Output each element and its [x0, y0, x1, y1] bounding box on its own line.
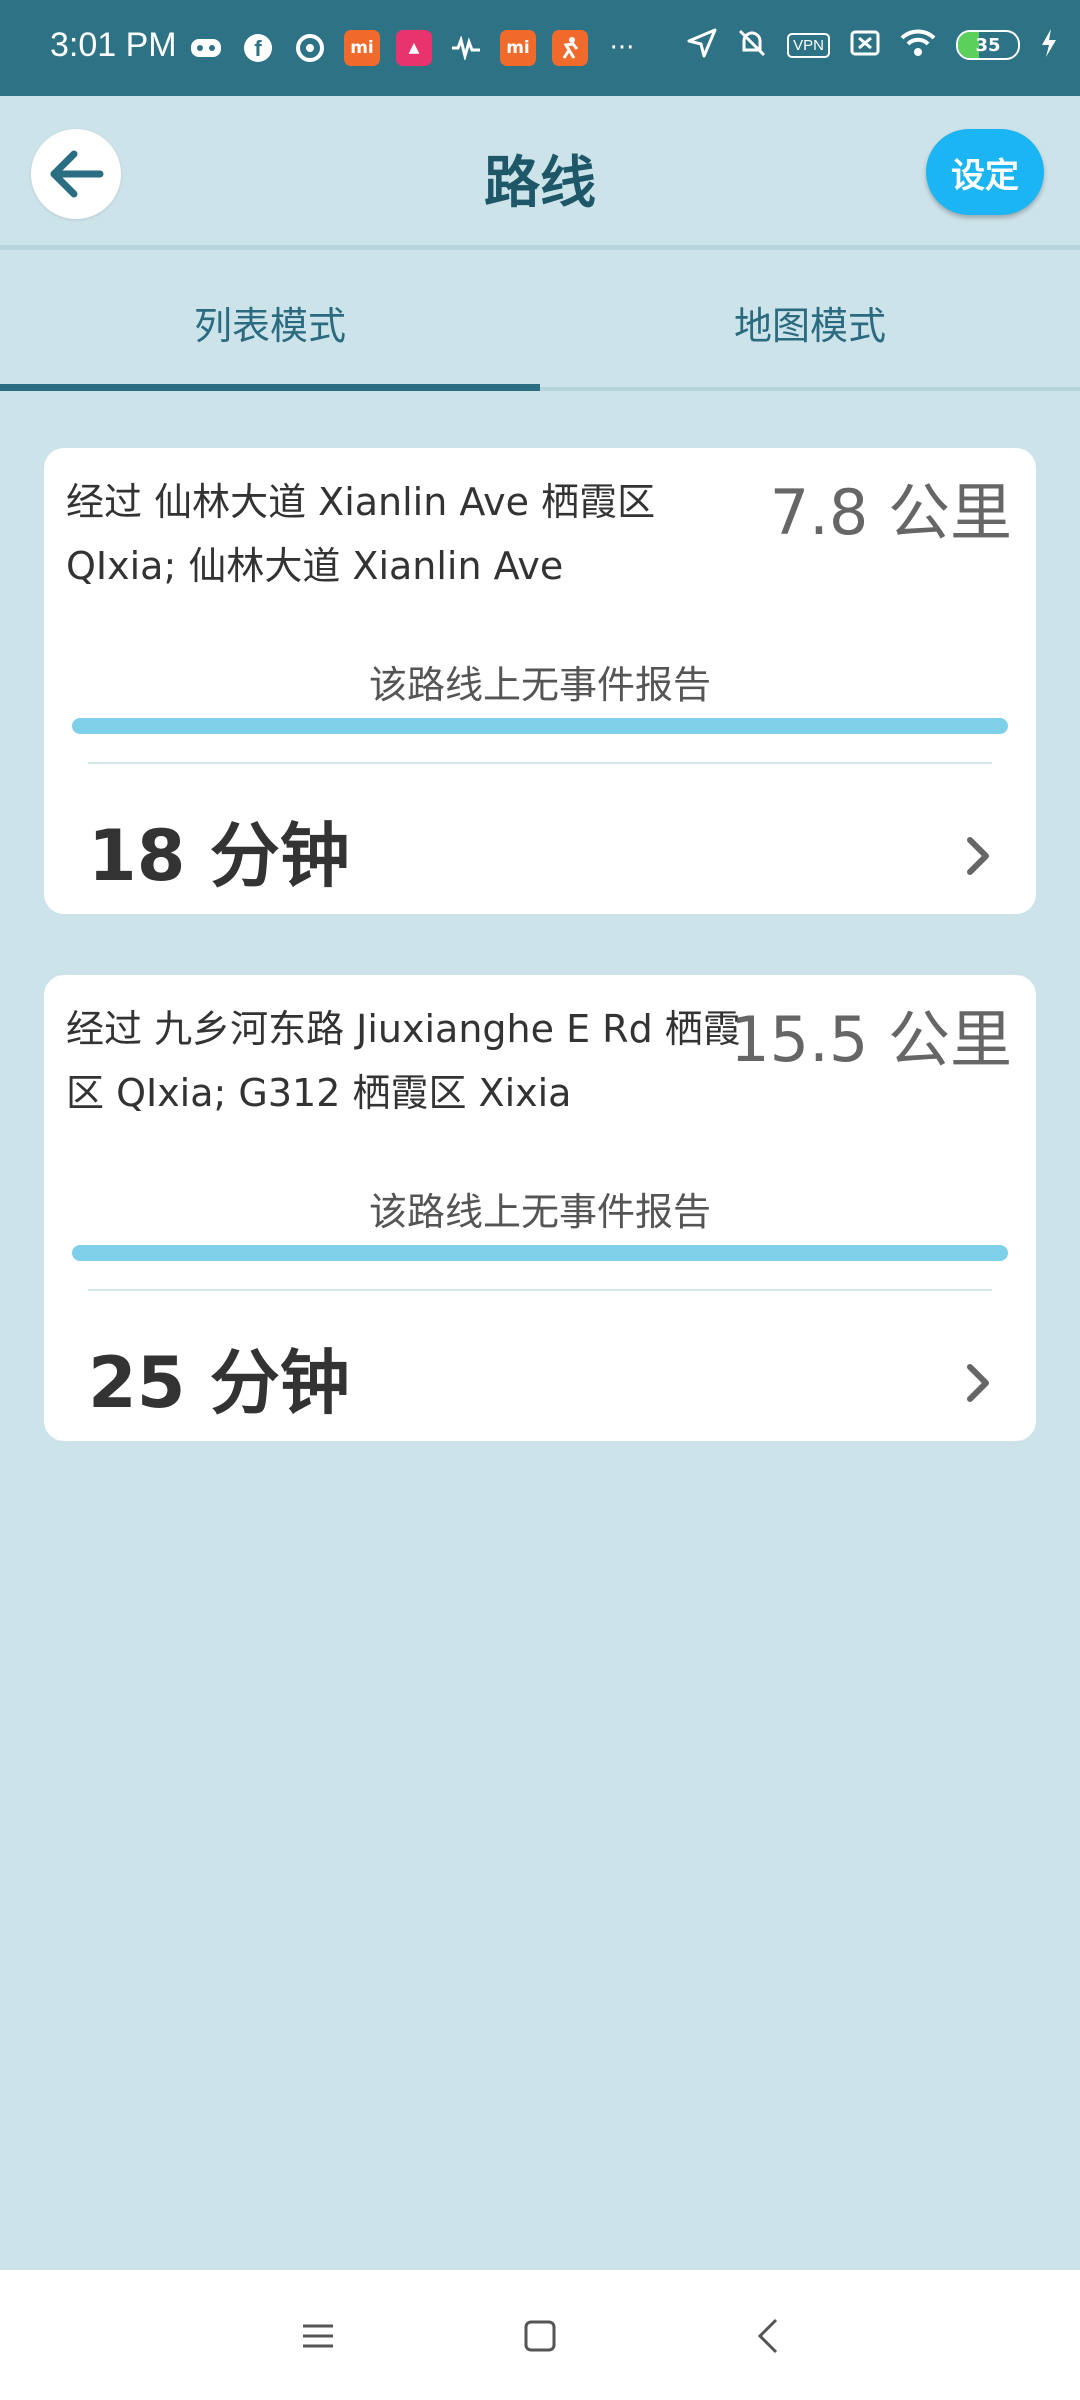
tab-list-mode[interactable]: 列表模式: [0, 255, 540, 391]
page-title: 路线: [484, 151, 596, 216]
incident-status: 该路线上无事件报告: [368, 663, 711, 707]
mi-icon: mi: [344, 30, 380, 66]
settings-button[interactable]: 设定: [926, 129, 1044, 215]
app-header: 路线 设定: [0, 96, 1080, 250]
facebook-icon: f: [240, 30, 276, 66]
status-time: 3:01 PM: [50, 26, 177, 64]
traffic-bar: [72, 718, 1008, 734]
bell-muted-icon: [737, 28, 767, 62]
chevron-right-icon: [967, 1364, 989, 1402]
menu-icon[interactable]: [294, 2312, 342, 2360]
status-bar: 3:01 PM f mi ▲ mi ··· VPN 35: [0, 0, 1080, 96]
audio-wave-icon: [448, 30, 484, 66]
battery-level: 35: [975, 34, 1001, 56]
tab-map-mode[interactable]: 地图模式: [540, 255, 1080, 387]
runner-icon: [552, 30, 588, 66]
game-controller-icon: [188, 30, 224, 66]
route-card[interactable]: 经过 九乡河东路 Jiuxianghe E Rd 栖霞区 QIxia; G312…: [44, 975, 1036, 1441]
svg-text:f: f: [254, 36, 262, 61]
sim-off-icon: [850, 30, 880, 60]
at-sign-icon: [292, 30, 328, 66]
vpn-icon: VPN: [787, 32, 830, 58]
traffic-bar: [72, 1245, 1008, 1261]
route-duration: 25 分钟: [88, 1342, 350, 1424]
route-duration: 18 分钟: [88, 815, 350, 897]
incident-status: 该路线上无事件报告: [368, 1190, 711, 1234]
system-nav-bar: [0, 2270, 1080, 2400]
home-square-icon[interactable]: [516, 2312, 564, 2360]
back-chevron-icon[interactable]: [744, 2312, 792, 2360]
route-distance: 7.8 公里: [769, 476, 1012, 549]
charging-icon: [1040, 28, 1058, 62]
notification-icons: f mi ▲ mi ···: [188, 30, 640, 66]
chevron-right-icon: [967, 837, 989, 875]
route-distance: 15.5 公里: [730, 1003, 1012, 1076]
divider: [88, 1289, 992, 1291]
wifi-icon: [900, 29, 936, 61]
location-icon: [687, 28, 717, 62]
divider: [88, 762, 992, 764]
more-dots-icon: ···: [609, 33, 635, 63]
system-icons: VPN 35: [687, 28, 1058, 62]
route-description: 经过 九乡河东路 Jiuxianghe E Rd 栖霞区 QIxia; G312…: [66, 1007, 741, 1115]
mi-icon-2: mi: [500, 30, 536, 66]
app-icon: ▲: [396, 30, 432, 66]
route-description: 经过 仙林大道 Xianlin Ave 栖霞区 QIxia; 仙林大道 Xian…: [66, 480, 656, 588]
route-card[interactable]: 经过 仙林大道 Xianlin Ave 栖霞区 QIxia; 仙林大道 Xian…: [44, 448, 1036, 914]
view-mode-tabs: 列表模式 地图模式: [0, 255, 1080, 391]
battery-icon: 35: [956, 30, 1020, 60]
